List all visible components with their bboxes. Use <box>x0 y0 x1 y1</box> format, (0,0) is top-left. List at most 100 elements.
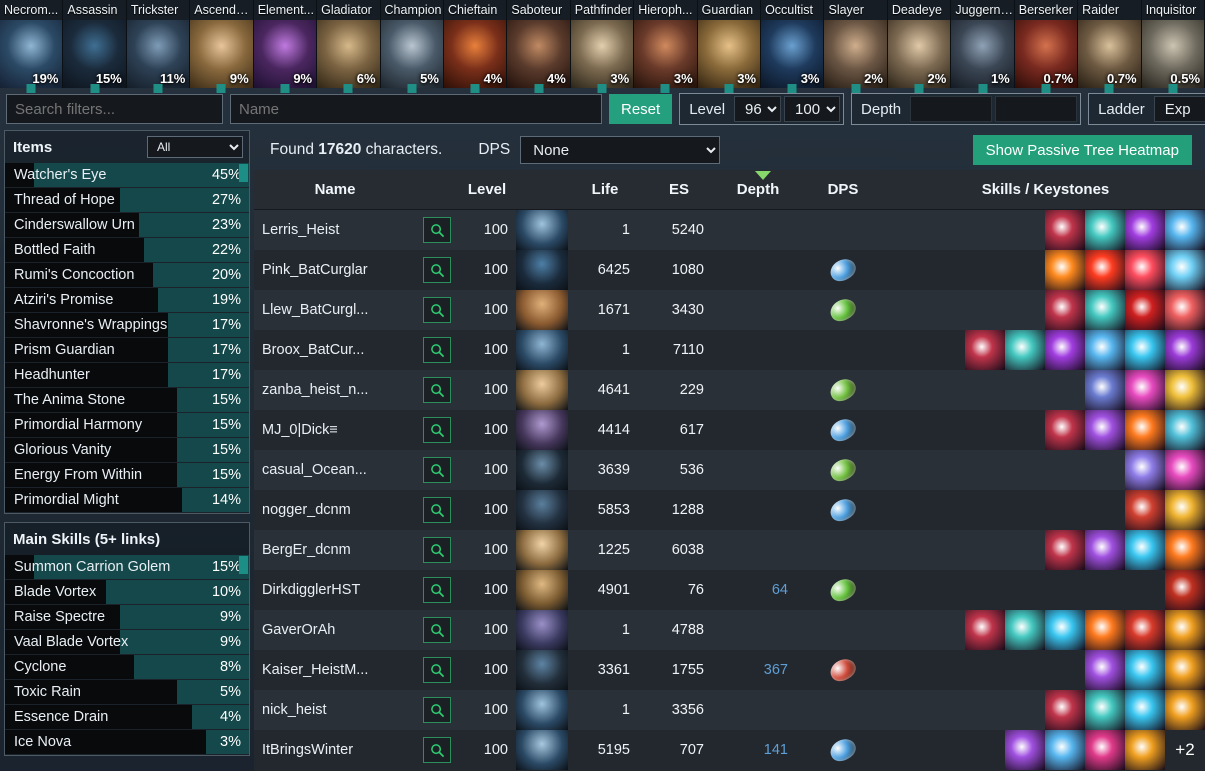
ladder-select[interactable]: Exp <box>1153 96 1205 122</box>
skill-icon[interactable] <box>1165 290 1205 330</box>
table-row[interactable]: Lerris_Heist 100 1 5240 <box>254 210 1205 250</box>
class-cell-15[interactable]: Juggerna... 1% <box>951 0 1015 93</box>
character-name-cell[interactable]: Kaiser_HeistM... <box>254 662 416 678</box>
skill-icon[interactable] <box>1165 330 1205 370</box>
skill-icon[interactable] <box>1045 330 1085 370</box>
stat-row[interactable]: Watcher's Eye 45% <box>5 163 249 188</box>
character-name-cell[interactable]: Llew_BatCurgl... <box>254 302 416 318</box>
column-header-level[interactable]: Level <box>458 181 516 198</box>
table-row[interactable]: BergEr_dcnm 100 1225 6038 <box>254 530 1205 570</box>
search-icon[interactable] <box>423 417 451 443</box>
stat-row[interactable]: Energy From Within 15% <box>5 463 249 488</box>
class-cell-12[interactable]: Occultist 3% <box>761 0 825 93</box>
class-cell-9[interactable]: Pathfinder 3% <box>570 0 635 93</box>
column-header-depth[interactable]: Depth <box>716 181 800 198</box>
skill-icon[interactable] <box>1045 610 1085 650</box>
table-row[interactable]: DirkdigglerHST 100 4901 76 64 <box>254 570 1205 610</box>
character-name-input[interactable] <box>230 94 602 124</box>
search-icon[interactable] <box>423 537 451 563</box>
character-name-cell[interactable]: DirkdigglerHST <box>254 582 416 598</box>
search-icon[interactable] <box>423 457 451 483</box>
character-name-cell[interactable]: BergEr_dcnm <box>254 542 416 558</box>
dps-filter-select[interactable]: None <box>520 136 721 164</box>
stat-row[interactable]: Primordial Harmony 15% <box>5 413 249 438</box>
skill-icon[interactable] <box>1085 650 1125 690</box>
level-min-select[interactable]: 96 <box>734 96 782 122</box>
table-row[interactable]: zanba_heist_n... 100 4641 229 <box>254 370 1205 410</box>
character-name-cell[interactable]: Lerris_Heist <box>254 222 416 238</box>
skill-icon[interactable] <box>1125 330 1165 370</box>
skill-icon[interactable] <box>1085 250 1125 290</box>
column-header-dps[interactable]: DPS <box>800 181 886 198</box>
skill-icon[interactable] <box>1085 370 1125 410</box>
class-cell-4[interactable]: Element... 9% <box>253 0 318 93</box>
skill-icon[interactable] <box>1165 530 1205 570</box>
skill-icon[interactable] <box>1045 410 1085 450</box>
stat-row[interactable]: Cyclone 8% <box>5 655 249 680</box>
skill-icon[interactable] <box>965 330 1005 370</box>
skill-icon[interactable] <box>1165 490 1205 530</box>
stat-row[interactable]: Blade Vortex 10% <box>5 580 249 605</box>
skill-icon[interactable] <box>965 610 1005 650</box>
character-name-cell[interactable]: ItBringsWinter <box>254 742 416 758</box>
skill-icon[interactable] <box>1045 730 1085 770</box>
table-row[interactable]: Llew_BatCurgl... 100 1671 3430 <box>254 290 1205 330</box>
skill-icon[interactable] <box>1045 250 1085 290</box>
stat-row[interactable]: Bottled Faith 22% <box>5 238 249 263</box>
character-name-cell[interactable]: zanba_heist_n... <box>254 382 416 398</box>
skill-icon[interactable] <box>1125 290 1165 330</box>
table-row[interactable]: casual_Ocean... 100 3639 536 <box>254 450 1205 490</box>
stat-row[interactable]: Raise Spectre 9% <box>5 605 249 630</box>
skills-stat-list[interactable]: Summon Carrion Golem 15% Blade Vortex 10% Ra… <box>5 555 249 755</box>
stat-row[interactable]: Cinderswallow Urn 23% <box>5 213 249 238</box>
skills-scrollbar-thumb[interactable] <box>239 556 248 574</box>
skill-icon[interactable] <box>1085 210 1125 250</box>
search-icon[interactable] <box>423 657 451 683</box>
search-icon[interactable] <box>423 737 451 763</box>
column-header-es[interactable]: ES <box>642 181 716 198</box>
stat-row[interactable]: Headhunter 17% <box>5 363 249 388</box>
table-row[interactable]: ItBringsWinter 100 5195 707 141 +2 <box>254 730 1205 770</box>
skill-icon[interactable] <box>1085 410 1125 450</box>
character-name-cell[interactable]: Pink_BatCurglar <box>254 262 416 278</box>
class-cell-2[interactable]: Trickster 11% <box>126 0 191 93</box>
skill-icon[interactable] <box>1125 650 1165 690</box>
search-icon[interactable] <box>423 697 451 723</box>
class-cell-17[interactable]: Raider 0.7% <box>1078 0 1142 93</box>
depth-max-input[interactable] <box>995 96 1078 122</box>
character-name-cell[interactable]: nick_heist <box>254 702 416 718</box>
skill-icon[interactable] <box>1125 730 1165 770</box>
stat-row[interactable]: Thread of Hope 27% <box>5 188 249 213</box>
skill-icon[interactable] <box>1165 250 1205 290</box>
search-icon[interactable] <box>423 257 451 283</box>
search-icon[interactable] <box>423 497 451 523</box>
skill-icon[interactable] <box>1125 690 1165 730</box>
class-cell-1[interactable]: Assassin 15% <box>63 0 127 93</box>
character-name-cell[interactable]: GaverOrAh <box>254 622 416 638</box>
stat-row[interactable]: Summon Carrion Golem 15% <box>5 555 249 580</box>
skill-icon[interactable] <box>1085 610 1125 650</box>
column-header-life[interactable]: Life <box>568 181 642 198</box>
class-cell-7[interactable]: Chieftain 4% <box>443 0 508 93</box>
stat-row[interactable]: Essence Drain 4% <box>5 705 249 730</box>
skill-icon[interactable] <box>1045 210 1085 250</box>
skill-icon[interactable] <box>1165 650 1205 690</box>
class-cell-6[interactable]: Champion 5% <box>380 0 444 93</box>
class-cell-18[interactable]: Inquisitor 0.5% <box>1141 0 1205 93</box>
column-header-skills[interactable]: Skills / Keystones <box>886 181 1205 198</box>
items-scrollbar-thumb[interactable] <box>239 164 248 182</box>
skill-icon[interactable] <box>1085 290 1125 330</box>
character-name-cell[interactable]: nogger_dcnm <box>254 502 416 518</box>
stat-row[interactable]: Prism Guardian 17% <box>5 338 249 363</box>
skill-icon[interactable] <box>1165 410 1205 450</box>
search-filters-input[interactable] <box>6 94 223 124</box>
class-cell-0[interactable]: Necrom... 19% <box>0 0 64 93</box>
stat-row[interactable]: Primordial Might 14% <box>5 488 249 513</box>
stat-row[interactable]: Ice Nova 3% <box>5 730 249 755</box>
skill-icon[interactable] <box>1125 210 1165 250</box>
skill-icon[interactable] <box>1165 450 1205 490</box>
level-max-select[interactable]: 100 <box>784 96 841 122</box>
table-row[interactable]: Pink_BatCurglar 100 6425 1080 <box>254 250 1205 290</box>
skill-icon[interactable] <box>1045 530 1085 570</box>
skill-icon[interactable] <box>1125 530 1165 570</box>
